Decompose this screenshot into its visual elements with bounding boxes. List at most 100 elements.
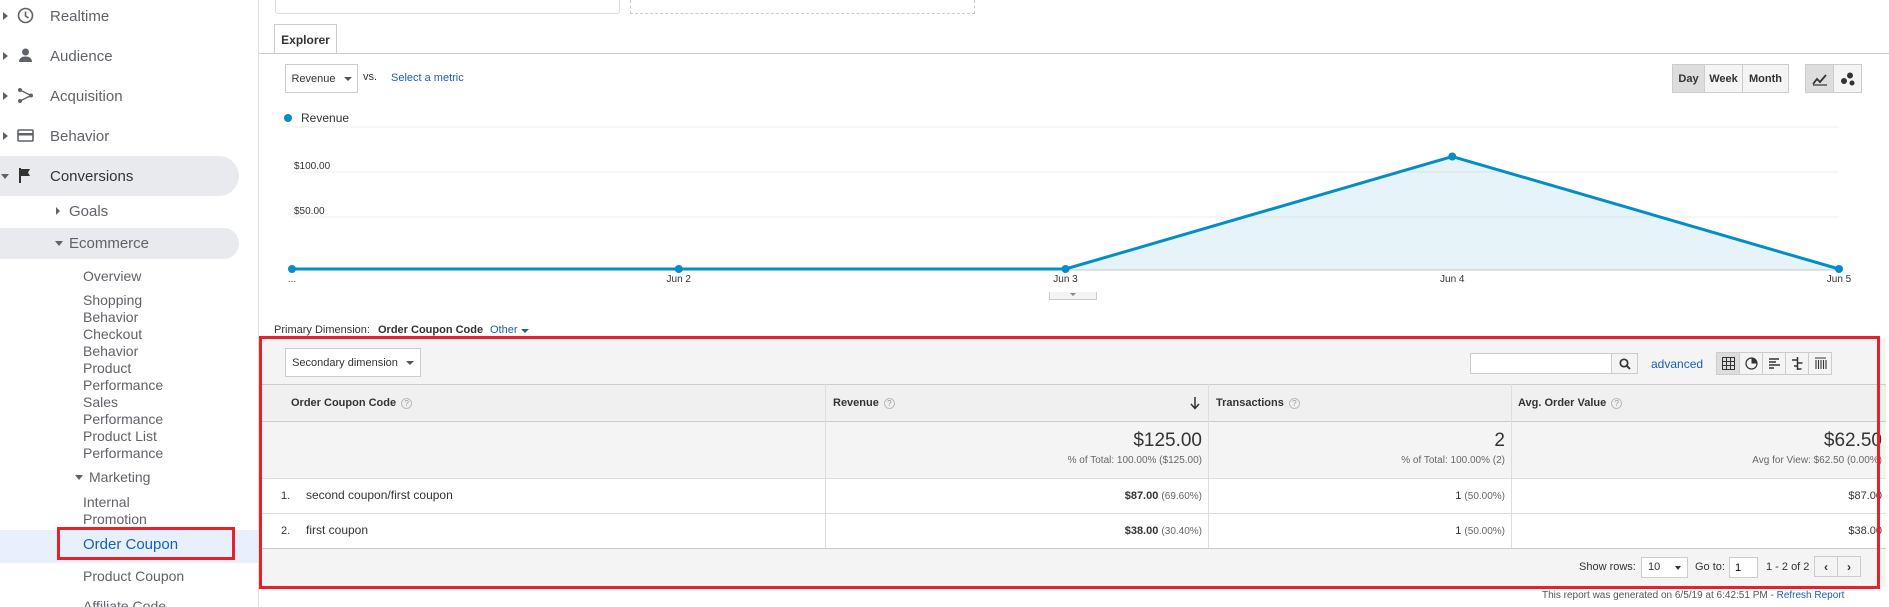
bubble-chart-icon bbox=[1840, 72, 1854, 85]
nav-product-performance[interactable]: Product Performance bbox=[83, 360, 163, 394]
nav-label: Behavior bbox=[50, 127, 110, 145]
primary-dimension-value[interactable]: Order Coupon Code bbox=[378, 324, 483, 336]
day-button[interactable]: Day bbox=[1672, 64, 1705, 93]
line-chart-icon bbox=[1811, 73, 1827, 86]
nav-goals[interactable]: Goals bbox=[56, 203, 256, 223]
chevron-down-icon bbox=[343, 76, 352, 81]
nav-ecommerce[interactable]: Ecommerce bbox=[0, 228, 239, 259]
nav-shopping-behavior[interactable]: Shopping Behavior bbox=[83, 292, 142, 326]
acquisition-icon bbox=[18, 88, 33, 103]
nav-label: Audience bbox=[50, 47, 113, 65]
data-point bbox=[1835, 265, 1843, 273]
nav-label-line: Shopping bbox=[83, 292, 143, 308]
chevron-down-icon bbox=[1070, 293, 1076, 296]
chevron-down-icon bbox=[520, 329, 529, 333]
nav-label-line: Product List bbox=[83, 428, 157, 444]
nav-conversions[interactable]: Conversions bbox=[0, 156, 239, 196]
revenue-chart: $150.00 $100.00 $50.00... Jun 2 Jun 3 Jun 4 Ju… bbox=[288, 125, 1852, 285]
nav-product-coupon[interactable]: Product Coupon bbox=[83, 568, 184, 585]
nav-label: Order Coupon bbox=[83, 536, 179, 553]
data-point bbox=[1448, 152, 1457, 161]
y-tick-label: $150.00 bbox=[294, 125, 331, 127]
nav-acquisition[interactable]: Acquisition bbox=[0, 76, 258, 116]
x-tick-label: Jun 2 bbox=[667, 274, 692, 285]
nav-internal-promotion[interactable]: Internal Promotion bbox=[83, 494, 147, 528]
nav-label-line: Promotion bbox=[83, 511, 147, 527]
nav-order-coupon[interactable]: Order Coupon bbox=[83, 536, 178, 553]
nav-label: Marketing bbox=[89, 469, 151, 485]
data-point bbox=[1061, 265, 1070, 273]
nav-label-line: Performance bbox=[83, 377, 164, 393]
nav-label-line: Checkout bbox=[83, 326, 143, 342]
nav-checkout-behavior[interactable]: Checkout Behavior bbox=[83, 326, 142, 360]
flag-icon bbox=[19, 168, 30, 183]
nav-label-line: Product bbox=[83, 360, 132, 376]
nav-label: Realtime bbox=[50, 7, 110, 25]
refresh-report-link[interactable]: Refresh Report bbox=[1777, 590, 1845, 601]
week-button[interactable]: Week bbox=[1704, 64, 1743, 93]
generated-text: This report was generated on 6/5/19 at 6… bbox=[1542, 590, 1774, 601]
nav-label-line: Behavior bbox=[83, 343, 139, 359]
nav-overview[interactable]: Overview bbox=[83, 268, 141, 285]
main-content: Explorer Revenue vs. Select a metric Day… bbox=[259, 0, 1889, 607]
person-icon bbox=[19, 48, 32, 62]
expand-arrow-icon bbox=[3, 92, 8, 100]
primary-dimension-label: Primary Dimension: bbox=[274, 324, 370, 336]
link-label: Other bbox=[490, 324, 518, 336]
nav-behavior[interactable]: Behavior bbox=[0, 116, 258, 156]
nav-label: Goals bbox=[69, 203, 109, 220]
metric-dropdown[interactable]: Revenue bbox=[285, 64, 358, 93]
highlight-box bbox=[259, 336, 1880, 589]
line-chart-button[interactable] bbox=[1805, 64, 1834, 93]
x-tick-label: Jun 4 bbox=[1440, 274, 1465, 285]
legend-label: Revenue bbox=[301, 111, 350, 125]
segment-placeholder[interactable] bbox=[630, 0, 975, 14]
data-point bbox=[288, 265, 296, 273]
collapse-arrow-icon bbox=[55, 241, 63, 246]
button-label: Week bbox=[1709, 72, 1738, 85]
expand-arrow-icon bbox=[56, 207, 60, 215]
button-label: Month bbox=[1749, 72, 1782, 85]
x-tick-label: Jun 3 bbox=[1053, 274, 1078, 285]
nav-label: Conversions bbox=[50, 167, 134, 185]
nav-label-line: Performance bbox=[83, 445, 164, 461]
vs-label: vs. bbox=[363, 71, 378, 83]
nav-label-line: Behavior bbox=[83, 309, 139, 325]
nav-affiliate-code[interactable]: Affiliate Code bbox=[83, 598, 166, 607]
sidebar: Realtime Audience Acquisition Behavior C… bbox=[0, 0, 259, 607]
nav-audience[interactable]: Audience bbox=[0, 36, 258, 76]
tab-label: Explorer bbox=[281, 32, 330, 47]
chart-resize-handle[interactable] bbox=[1049, 292, 1097, 300]
nav-label: Affiliate Code bbox=[83, 598, 167, 607]
nav-label-line: Internal bbox=[83, 494, 130, 510]
expand-arrow-icon bbox=[3, 132, 8, 140]
nav-product-list-performance[interactable]: Product List Performance bbox=[83, 428, 163, 462]
nav-label: Overview bbox=[83, 268, 142, 284]
select-metric-link[interactable]: Select a metric bbox=[391, 72, 464, 84]
other-dimension-link[interactable]: Other bbox=[490, 324, 529, 336]
button-label: Day bbox=[1678, 72, 1699, 85]
y-tick-label: $100.00 bbox=[294, 161, 331, 172]
y-tick-label: $50.00 bbox=[294, 206, 325, 217]
legend-dot bbox=[284, 114, 292, 122]
nav-realtime[interactable]: Realtime bbox=[0, 0, 258, 36]
nav-sales-performance[interactable]: Sales Performance bbox=[83, 394, 163, 428]
tab-divider bbox=[259, 53, 1889, 54]
motion-chart-button[interactable] bbox=[1833, 64, 1862, 93]
report-footer: This report was generated on 6/5/19 at 6… bbox=[1542, 590, 1844, 601]
clock-icon bbox=[17, 7, 34, 24]
data-point bbox=[674, 265, 683, 273]
nav-label-line: Performance bbox=[83, 411, 164, 427]
x-tick-label: ... bbox=[288, 274, 296, 285]
collapse-arrow-icon bbox=[1, 173, 9, 179]
nav-label-line: Sales bbox=[83, 394, 119, 410]
month-button[interactable]: Month bbox=[1742, 64, 1789, 93]
x-tick-label: Jun 5 bbox=[1827, 274, 1852, 285]
nav-label: Product Coupon bbox=[83, 568, 185, 584]
date-range-box[interactable] bbox=[275, 0, 620, 14]
nav-label: Ecommerce bbox=[69, 235, 150, 252]
expand-arrow-icon bbox=[3, 52, 8, 60]
tab-explorer[interactable]: Explorer bbox=[274, 24, 337, 54]
nav-marketing[interactable]: Marketing bbox=[75, 469, 255, 487]
behavior-icon bbox=[17, 129, 34, 142]
